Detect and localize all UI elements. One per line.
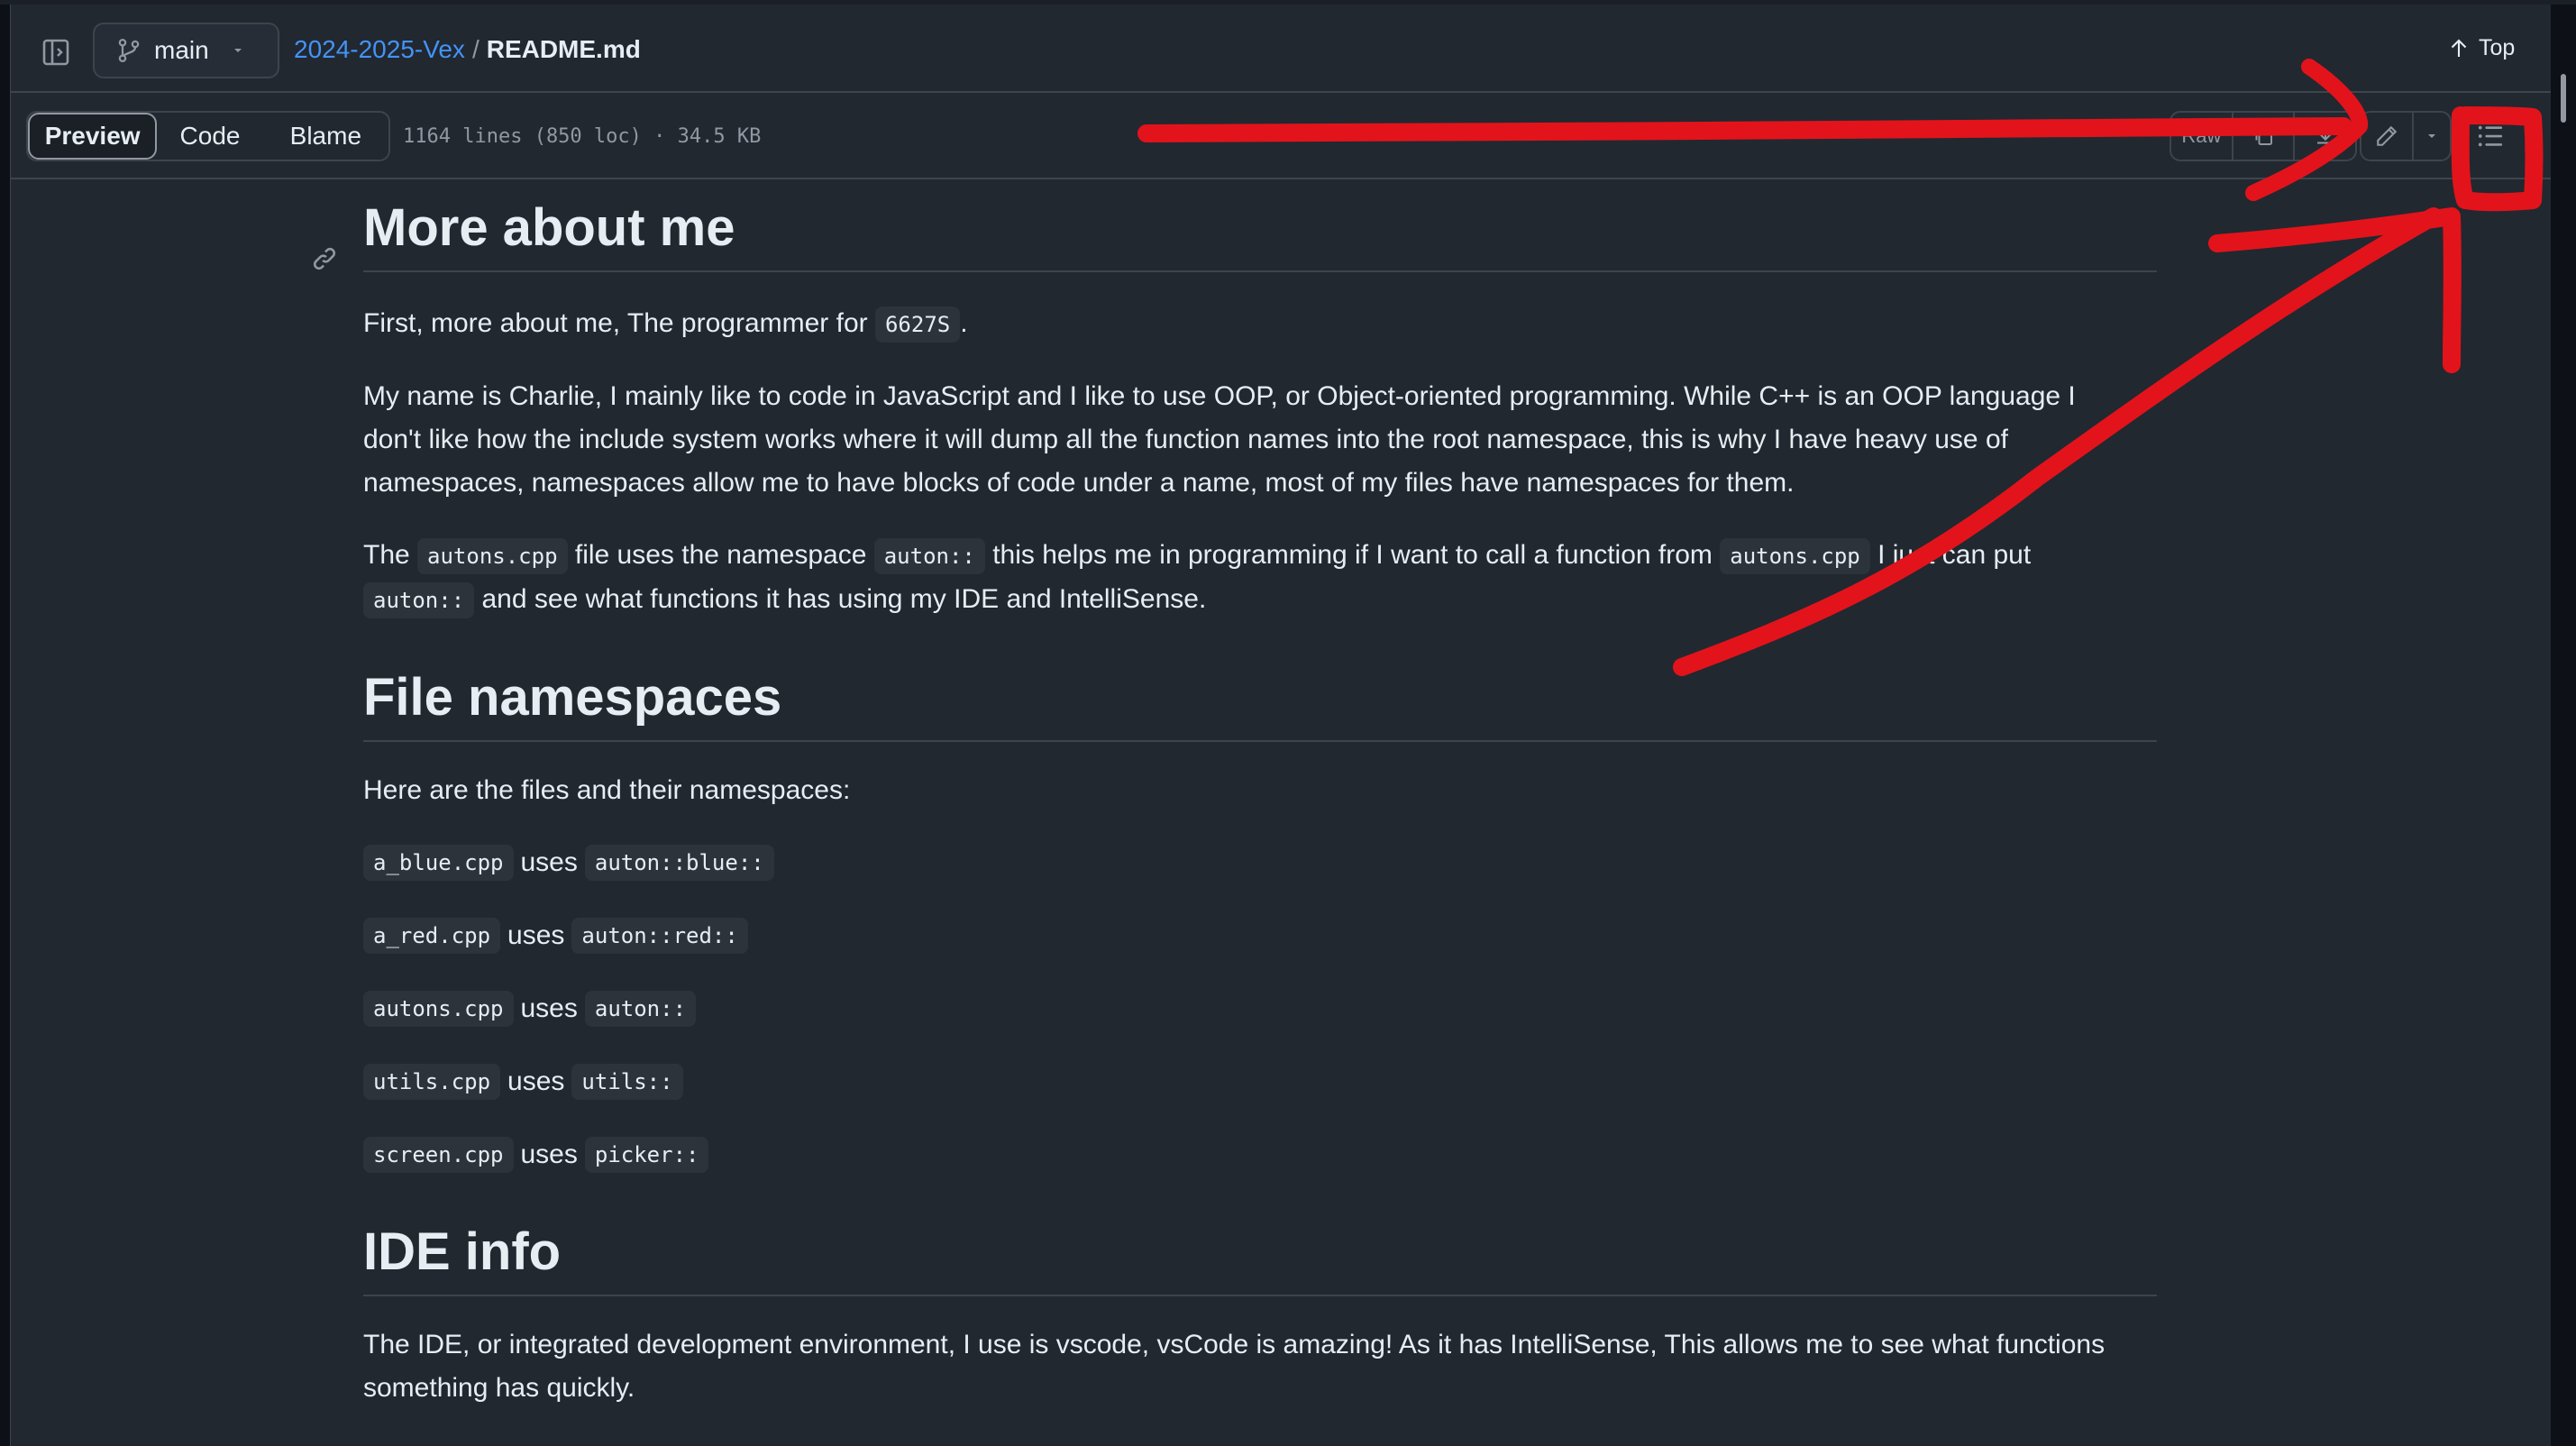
copy-raw-button[interactable] — [2233, 113, 2296, 160]
file-info: 1164 lines (850 loc) · 34.5 KB — [403, 125, 762, 148]
text: file uses the namespace — [567, 540, 874, 570]
breadcrumb-repo-link[interactable]: 2024-2025-Vex — [294, 35, 465, 64]
heading-ide-info: IDE info — [363, 1222, 2157, 1296]
namespace-code: auton::blue:: — [584, 845, 774, 881]
inline-code: auton:: — [873, 538, 985, 574]
edit-file-button[interactable] — [2361, 113, 2414, 160]
page-scrollbar[interactable] — [2552, 63, 2576, 1446]
line: The IDE, or integrated development envir… — [363, 1330, 2106, 1359]
heading-anchor-link[interactable] — [311, 224, 338, 285]
text: and see what functions it has using my I… — [474, 584, 1207, 614]
paragraph-namespaces-intro: Here are the files and their namespaces: — [363, 775, 851, 805]
git-branch-icon — [118, 38, 140, 63]
tab-code[interactable]: Code — [157, 113, 262, 160]
back-to-top-button[interactable]: Top — [2448, 35, 2515, 61]
namespace-row: a_blue.cpp uses auton::blue:: — [363, 841, 2157, 884]
breadcrumb-file-name: README.md — [486, 35, 641, 63]
breadcrumb: 2024-2025-Vex / README.md — [294, 35, 641, 64]
inline-code: 6627S — [874, 307, 961, 343]
text: this helps me in programming if I want t… — [984, 540, 1721, 570]
pencil-icon — [2377, 125, 2398, 146]
namespace-row: utils.cpp uses utils:: — [363, 1060, 2157, 1103]
edit-actions-group — [2360, 111, 2452, 161]
namespace-code: picker:: — [584, 1137, 709, 1173]
paragraph-intro: First, more about me, The programmer for… — [363, 302, 2157, 346]
branch-name: main — [154, 36, 209, 64]
heading-file-namespaces: File namespaces — [363, 667, 2157, 742]
link-icon — [313, 247, 336, 270]
inline-code: autons.cpp — [417, 538, 568, 574]
raw-actions-group: Raw — [2170, 111, 2357, 161]
view-mode-switch: Preview Code Blame — [26, 111, 390, 161]
caret-down-icon — [2427, 134, 2435, 138]
line: something has quickly. — [363, 1373, 635, 1403]
paragraph-autons: The autons.cpp file uses the namespace a… — [363, 534, 2157, 622]
heading-more-about-me: More about me — [313, 197, 2157, 272]
edit-options-dropdown[interactable] — [2414, 113, 2450, 160]
caret-down-icon — [233, 49, 242, 52]
file-code: screen.cpp — [363, 1137, 514, 1173]
sidebar-toggle-icon — [42, 39, 69, 66]
file-code: a_blue.cpp — [363, 845, 514, 881]
heading-text: More about me — [363, 198, 735, 257]
download-button[interactable] — [2295, 113, 2355, 160]
file-code: a_red.cpp — [363, 918, 501, 954]
download-icon — [2316, 128, 2334, 144]
namespace-row: screen.cpp uses picker:: — [363, 1133, 2157, 1176]
heading-text: IDE info — [363, 1222, 562, 1281]
line: don't like how the include system works … — [363, 425, 2008, 454]
file-view: main 2024-2025-Vex / README.md Top Previ… — [10, 5, 2551, 1446]
heading-text: File namespaces — [363, 668, 782, 727]
paragraph-about: My name is Charlie, I mainly like to cod… — [363, 375, 2157, 505]
namespace-code: auton::red:: — [571, 918, 748, 954]
uses-text: uses — [520, 1139, 578, 1169]
text: I just can put — [1869, 540, 2032, 570]
namespace-code: auton:: — [584, 991, 697, 1027]
uses-text: uses — [520, 993, 578, 1023]
text: First, more about me, The programmer for — [363, 308, 875, 338]
line: My name is Charlie, I mainly like to cod… — [363, 381, 2076, 411]
line: namespaces, namespaces allow me to have … — [363, 468, 1795, 498]
inline-code: autons.cpp — [1720, 538, 1870, 574]
scrollbar-thumb[interactable] — [2561, 74, 2566, 123]
top-label: Top — [2479, 35, 2516, 60]
namespace-row: a_red.cpp uses auton::red:: — [363, 914, 2157, 957]
branch-selector[interactable]: main — [93, 23, 279, 78]
inline-code: auton:: — [363, 582, 475, 618]
namespace-code: utils:: — [571, 1064, 683, 1100]
file-code: utils.cpp — [363, 1064, 501, 1100]
markdown-body: More about me First, more about me, The … — [313, 178, 2157, 1410]
breadcrumb-separator: / — [471, 35, 480, 63]
uses-text: uses — [507, 920, 565, 950]
arrow-up-icon — [2451, 39, 2467, 57]
text: . — [960, 308, 968, 338]
file-code: autons.cpp — [363, 991, 514, 1027]
outline-toggle-button[interactable] — [2462, 111, 2518, 161]
file-header: main 2024-2025-Vex / README.md Top — [11, 5, 2551, 93]
uses-text: uses — [520, 847, 578, 877]
copy-icon — [2255, 127, 2272, 145]
paragraph-ide: The IDE, or integrated development envir… — [363, 1323, 2157, 1410]
tab-preview[interactable]: Preview — [28, 113, 158, 160]
uses-text: uses — [507, 1066, 565, 1096]
text: The — [363, 540, 418, 570]
file-toolbar: Preview Code Blame 1164 lines (850 loc) … — [11, 91, 2551, 179]
raw-label: Raw — [2181, 124, 2222, 147]
raw-button[interactable]: Raw — [2171, 113, 2233, 160]
list-outline-icon — [2478, 125, 2503, 147]
tab-blame[interactable]: Blame — [263, 113, 388, 160]
namespace-row: autons.cpp uses auton:: — [363, 987, 2157, 1030]
sidebar-toggle-button[interactable] — [38, 32, 74, 73]
